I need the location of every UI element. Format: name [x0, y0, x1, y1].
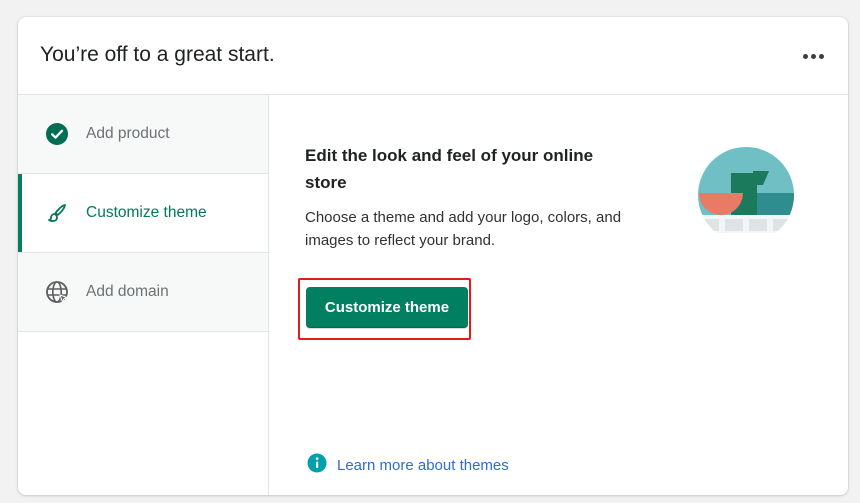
learn-more-label: Learn more about themes	[337, 457, 509, 474]
theme-illustration	[691, 141, 801, 251]
step-detail-panel: Edit the look and feel of your online st…	[269, 95, 848, 495]
globe-icon	[44, 279, 70, 305]
paintbrush-icon	[44, 200, 70, 226]
sidebar-item-label: Customize theme	[86, 204, 207, 221]
customize-theme-button[interactable]: Customize theme	[306, 287, 468, 328]
step-heading: Edit the look and feel of your online st…	[305, 146, 594, 192]
check-circle-icon	[44, 121, 70, 147]
sidebar-item-customize-theme[interactable]: Customize theme	[18, 174, 268, 253]
learn-more-link[interactable]: Learn more about themes	[307, 453, 509, 478]
setup-guide-card: You’re off to a great start. Add product	[18, 17, 848, 495]
info-icon	[307, 453, 327, 478]
more-dot-icon	[810, 53, 816, 59]
more-actions-button[interactable]	[798, 45, 828, 67]
card-title: You’re off to a great start.	[40, 43, 275, 66]
more-dot-icon	[802, 53, 808, 59]
sidebar-item-add-domain[interactable]: Add domain	[18, 253, 268, 332]
more-dot-icon	[818, 53, 824, 59]
sidebar-item-label: Add domain	[86, 283, 169, 300]
step-description: Choose a theme and add your logo, colors…	[305, 209, 622, 249]
sidebar-item-label: Add product	[86, 125, 170, 142]
sidebar-item-add-product[interactable]: Add product	[18, 95, 268, 174]
setup-steps-sidebar: Add product Customize theme Add domain	[18, 95, 269, 495]
card-header: You’re off to a great start.	[18, 17, 848, 95]
